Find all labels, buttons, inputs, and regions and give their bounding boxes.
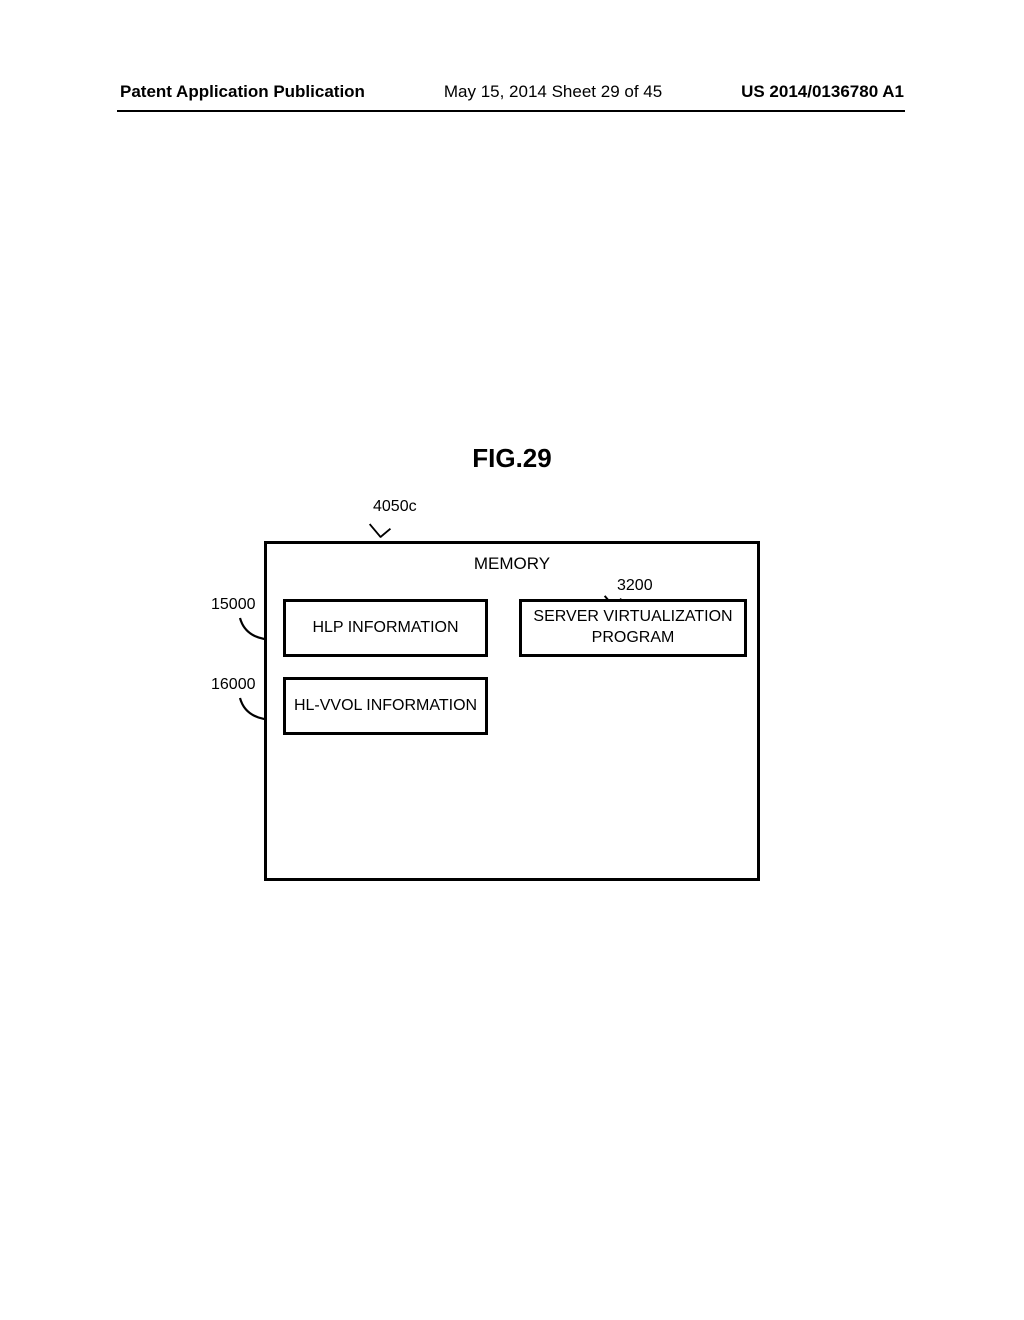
- svp-ref-label: 3200: [617, 577, 653, 595]
- hlp-ref-label: 15000: [211, 596, 256, 614]
- memory-outer-ref-leader: [369, 516, 391, 539]
- header-divider: [117, 110, 905, 112]
- server-virtualization-program-block: SERVER VIRTUALIZATION PROGRAM: [519, 599, 747, 657]
- hl-vvol-information-label: HL-VVOL INFORMATION: [294, 696, 477, 717]
- header-publication-number: US 2014/0136780 A1: [741, 82, 904, 102]
- figure-title: FIG.29: [0, 443, 1024, 474]
- memory-block: MEMORY 3200 HLP INFORMATION SERVER VIRTU…: [264, 541, 760, 881]
- hl-vvol-information-block: HL-VVOL INFORMATION: [283, 677, 488, 735]
- server-virtualization-program-label: SERVER VIRTUALIZATION PROGRAM: [528, 607, 738, 649]
- hlp-information-label: HLP INFORMATION: [312, 618, 458, 639]
- hlp-information-block: HLP INFORMATION: [283, 599, 488, 657]
- page-header: Patent Application Publication May 15, 2…: [0, 82, 1024, 110]
- memory-block-label: MEMORY: [267, 554, 757, 574]
- hlvvol-ref-label: 16000: [211, 676, 256, 694]
- header-publication-type: Patent Application Publication: [120, 82, 365, 102]
- header-date-sheet: May 15, 2014 Sheet 29 of 45: [444, 82, 662, 102]
- memory-outer-ref-label: 4050c: [373, 498, 417, 516]
